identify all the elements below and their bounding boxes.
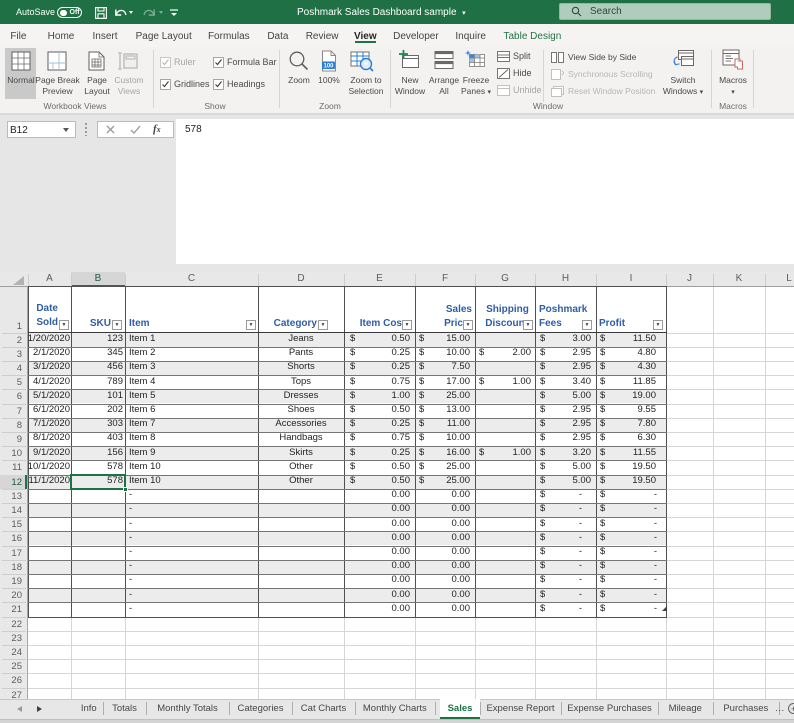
- svg-text:100: 100: [323, 64, 334, 70]
